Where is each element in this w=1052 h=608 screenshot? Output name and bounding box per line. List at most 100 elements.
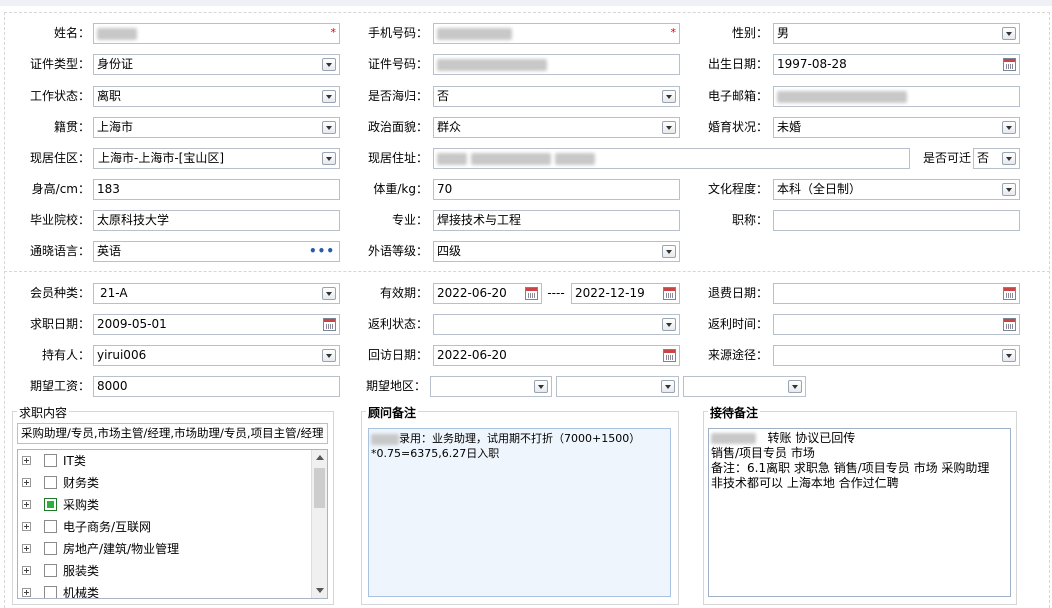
relocate-select[interactable]: 否 (973, 148, 1020, 169)
calendar-icon[interactable] (1003, 318, 1016, 331)
chevron-down-icon[interactable] (788, 380, 802, 393)
member-type-select[interactable]: 21-A (93, 283, 340, 304)
rebate-time-input[interactable] (773, 314, 1020, 335)
job-content-summary-input[interactable]: 采购助理/专员,市场主管/经理,市场助理/专员,项目主管/经理 (17, 423, 328, 444)
source-select[interactable] (773, 345, 1020, 366)
expand-icon[interactable] (22, 500, 31, 509)
tree-item[interactable]: 电子商务/互联网 (18, 516, 308, 538)
expand-icon[interactable] (22, 566, 31, 575)
reception-note-textarea[interactable]: 转账 协议已回传 销售/项目专员 市场 备注：6.1离职 求职急 销售/项目专员… (708, 428, 1011, 597)
salary-input[interactable]: 8000 (93, 376, 340, 397)
overseas-label: 是否海归： (367, 89, 428, 103)
tree-item[interactable]: 机械类 (18, 582, 308, 598)
advisor-note-textarea[interactable]: 录用：业务助理，试用期不打折（7000+1500） *0.75=6375,6.2… (368, 428, 671, 597)
calendar-icon[interactable] (1003, 58, 1016, 71)
id-type-label: 证件类型： (29, 57, 90, 71)
relocate-value: 否 (977, 151, 990, 165)
chevron-down-icon[interactable] (322, 121, 336, 134)
title-input[interactable] (773, 210, 1020, 231)
chevron-down-icon[interactable] (1002, 349, 1016, 362)
chevron-down-icon[interactable] (1002, 152, 1016, 165)
id-no-input[interactable] (433, 54, 680, 75)
category-checkbox[interactable] (44, 498, 57, 511)
category-checkbox[interactable] (44, 454, 57, 467)
expand-icon[interactable] (22, 456, 31, 465)
chevron-down-icon[interactable] (662, 318, 676, 331)
chevron-down-icon[interactable] (322, 152, 336, 165)
expand-icon[interactable] (22, 544, 31, 553)
tree-item[interactable]: IT类 (18, 450, 308, 472)
reception-note-line: 备注：6.1离职 求职急 销售/项目专员 市场 采购助理 (711, 461, 990, 475)
validity-to-input[interactable]: 2022-12-19 (571, 283, 680, 304)
expand-icon[interactable] (22, 478, 31, 487)
residence-area-select[interactable]: 上海市-上海市-[宝山区] (93, 148, 340, 169)
email-input[interactable] (773, 86, 1020, 107)
scroll-thumb[interactable] (314, 468, 325, 508)
chevron-down-icon[interactable] (1002, 121, 1016, 134)
calendar-icon[interactable] (323, 318, 336, 331)
job-category-tree[interactable]: IT类 财务类 采购类 电子商务/互联网 房地产/建筑/物业管理 服装类 机械类 (17, 449, 328, 599)
chevron-down-icon[interactable] (662, 90, 676, 103)
member-type-value: 21-A (100, 286, 128, 300)
scroll-up-icon[interactable] (316, 455, 324, 460)
region-district-select[interactable] (683, 376, 806, 397)
language-input[interactable]: 英语 ••• (93, 241, 340, 262)
birth-date-input[interactable]: 1997-08-28 (773, 54, 1020, 75)
address-input[interactable] (433, 148, 910, 169)
tree-item[interactable]: 采购类 (18, 494, 308, 516)
calendar-icon[interactable] (663, 287, 676, 300)
chevron-down-icon[interactable] (322, 349, 336, 362)
name-input[interactable]: * (93, 23, 340, 44)
chevron-down-icon[interactable] (662, 245, 676, 258)
more-icon[interactable]: ••• (309, 242, 335, 261)
major-input[interactable]: 焊接技术与工程 (433, 210, 680, 231)
category-checkbox[interactable] (44, 542, 57, 555)
birth-value: 1997-08-28 (777, 57, 847, 71)
expand-icon[interactable] (22, 522, 31, 531)
chevron-down-icon[interactable] (1002, 183, 1016, 196)
calendar-icon[interactable] (663, 349, 676, 362)
marital-select[interactable]: 未婚 (773, 117, 1020, 138)
calendar-icon[interactable] (525, 287, 538, 300)
tree-item[interactable]: 服装类 (18, 560, 308, 582)
chevron-down-icon[interactable] (322, 58, 336, 71)
category-checkbox[interactable] (44, 564, 57, 577)
work-status-select[interactable]: 离职 (93, 86, 340, 107)
tree-item[interactable]: 财务类 (18, 472, 308, 494)
job-date-input[interactable]: 2009-05-01 (93, 314, 340, 335)
chevron-down-icon[interactable] (534, 380, 548, 393)
school-input[interactable]: 太原科技大学 (93, 210, 340, 231)
gender-select[interactable]: 男 (773, 23, 1020, 44)
overseas-select[interactable]: 否 (433, 86, 680, 107)
lang-level-select[interactable]: 四级 (433, 241, 680, 262)
chevron-down-icon[interactable] (322, 90, 336, 103)
calendar-icon[interactable] (1003, 287, 1016, 300)
chevron-down-icon[interactable] (322, 287, 336, 300)
tree-item[interactable]: 房地产/建筑/物业管理 (18, 538, 308, 560)
chevron-down-icon[interactable] (661, 380, 675, 393)
visit-date-input[interactable]: 2022-06-20 (433, 345, 680, 366)
refund-date-input[interactable] (773, 283, 1020, 304)
category-checkbox[interactable] (44, 476, 57, 489)
region-province-select[interactable] (430, 376, 552, 397)
holder-select[interactable]: yirui006 (93, 345, 340, 366)
region-city-select[interactable] (556, 376, 679, 397)
scroll-down-icon[interactable] (316, 588, 324, 593)
chevron-down-icon[interactable] (662, 121, 676, 134)
weight-input[interactable]: 70 (433, 179, 680, 200)
native-select[interactable]: 上海市 (93, 117, 340, 138)
id-type-select[interactable]: 身份证 (93, 54, 340, 75)
height-input[interactable]: 183 (93, 179, 340, 200)
tree-scrollbar[interactable] (311, 450, 327, 598)
redacted-text (371, 433, 399, 445)
category-checkbox[interactable] (44, 520, 57, 533)
politics-select[interactable]: 群众 (433, 117, 680, 138)
validity-from-input[interactable]: 2022-06-20 (433, 283, 542, 304)
expand-icon[interactable] (22, 588, 31, 597)
rebate-status-select[interactable] (433, 314, 680, 335)
education-select[interactable]: 本科（全日制） (773, 179, 1020, 200)
phone-input[interactable]: * (433, 23, 680, 44)
category-checkbox[interactable] (44, 586, 57, 598)
chevron-down-icon[interactable] (1002, 27, 1016, 40)
politics-value: 群众 (437, 120, 462, 134)
